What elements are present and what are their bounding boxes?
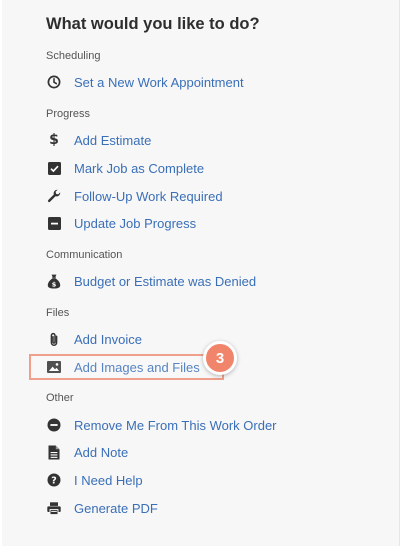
action-label: Remove Me From This Work Order bbox=[74, 417, 277, 433]
action-label: Update Job Progress bbox=[74, 215, 197, 231]
minus-square-icon bbox=[46, 215, 62, 231]
add-estimate-link[interactable]: $ Add Estimate bbox=[46, 130, 151, 150]
action-label: Add Estimate bbox=[74, 132, 152, 148]
section-label-files: Files bbox=[46, 307, 70, 319]
action-label: Budget or Estimate was Denied bbox=[74, 273, 257, 289]
question-circle-icon: ? bbox=[46, 472, 62, 488]
printer-icon bbox=[46, 500, 62, 516]
svg-text:$: $ bbox=[52, 280, 57, 288]
note-icon bbox=[46, 444, 62, 460]
checkbox-icon bbox=[46, 160, 62, 176]
remove-me-from-work-order-link[interactable]: Remove Me From This Work Order bbox=[46, 415, 277, 435]
action-label: Mark Job as Complete bbox=[74, 160, 205, 176]
i-need-help-link[interactable]: ? I Need Help bbox=[46, 470, 143, 490]
follow-up-work-required-link[interactable]: Follow-Up Work Required bbox=[46, 186, 223, 206]
add-invoice-link[interactable]: Add Invoice bbox=[46, 329, 142, 349]
section-label-communication: Communication bbox=[46, 249, 123, 261]
action-label: Follow-Up Work Required bbox=[74, 188, 223, 204]
action-label: Generate PDF bbox=[74, 500, 158, 516]
mark-job-complete-link[interactable]: Mark Job as Complete bbox=[46, 158, 204, 178]
action-label: Add Invoice bbox=[74, 331, 142, 347]
page-title: What would you like to do? bbox=[46, 15, 260, 33]
section-label-scheduling: Scheduling bbox=[46, 50, 101, 62]
section-label-progress: Progress bbox=[46, 108, 91, 120]
update-job-progress-link[interactable]: Update Job Progress bbox=[46, 213, 196, 233]
svg-text:?: ? bbox=[51, 476, 57, 487]
set-new-work-appointment-link[interactable]: Set a New Work Appointment bbox=[46, 72, 244, 92]
wrench-icon bbox=[46, 188, 62, 204]
dollar-icon: $ bbox=[49, 132, 59, 148]
budget-estimate-denied-link[interactable]: $ Budget or Estimate was Denied bbox=[46, 271, 256, 291]
section-label-other: Other bbox=[46, 392, 74, 404]
generate-pdf-link[interactable]: Generate PDF bbox=[46, 498, 158, 518]
step-number-badge: 3 bbox=[203, 341, 237, 375]
money-bag-icon: $ bbox=[46, 273, 62, 289]
highlight-box bbox=[29, 354, 224, 380]
action-label: Set a New Work Appointment bbox=[74, 74, 244, 90]
paperclip-icon bbox=[46, 331, 62, 347]
minus-circle-icon bbox=[46, 417, 62, 433]
clock-icon bbox=[46, 74, 62, 90]
action-label: I Need Help bbox=[74, 472, 143, 488]
action-label: Add Note bbox=[74, 444, 129, 460]
add-note-link[interactable]: Add Note bbox=[46, 442, 128, 462]
panel-border bbox=[399, 0, 400, 546]
